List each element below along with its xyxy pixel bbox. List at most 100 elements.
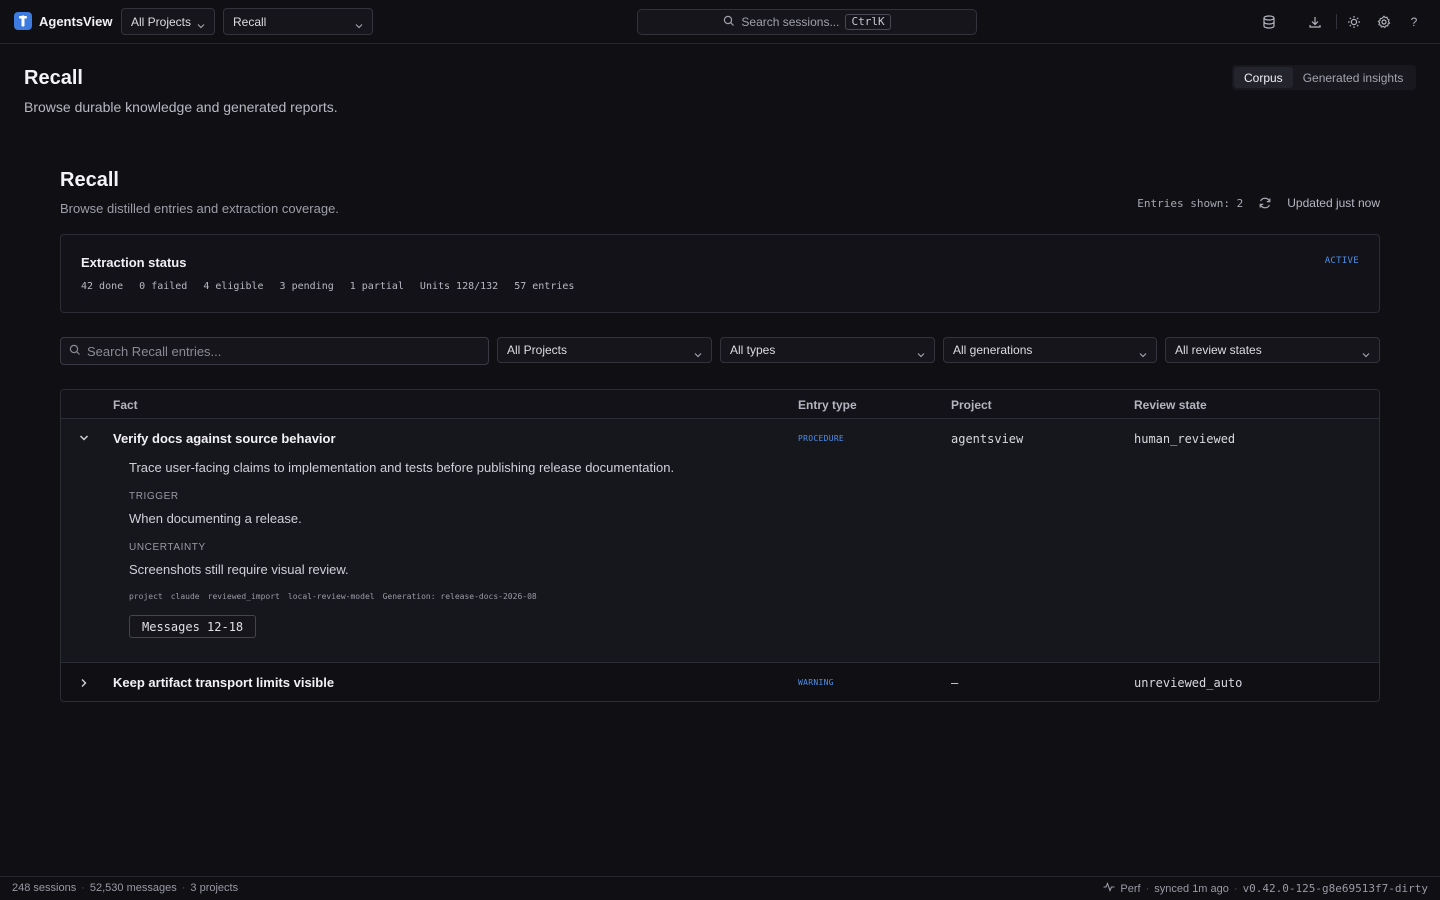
chevron-down-icon <box>355 18 363 32</box>
stat-eligible: 4 eligible <box>203 281 264 292</box>
toolbar-divider <box>1336 14 1337 29</box>
fact-title[interactable]: Verify docs against source behavior <box>113 431 336 446</box>
perf-link[interactable]: Perf <box>1120 883 1140 895</box>
updated-status: Updated just now <box>1287 196 1380 210</box>
tag: Generation: release-docs-2026-08 <box>382 592 537 601</box>
entry-type-badge: WARNING <box>798 678 834 687</box>
stat-partial: 1 partial <box>349 281 404 292</box>
filter-project-select[interactable]: All Projects <box>497 337 712 363</box>
project-select[interactable]: All Projects <box>121 8 215 35</box>
filter-type-select[interactable]: All types <box>720 337 935 363</box>
chevron-down-icon <box>917 347 925 361</box>
entry-type-badge: PROCEDURE <box>798 434 845 443</box>
search-shortcut: CtrlK <box>845 14 891 30</box>
tag: project <box>129 592 163 601</box>
stat-entries: 57 entries <box>514 281 575 292</box>
project-select-value: All Projects <box>131 14 192 29</box>
review-state-value: unreviewed_auto <box>1134 676 1243 690</box>
recall-search-input[interactable] <box>87 343 467 359</box>
filter-review-select[interactable]: All review states <box>1165 337 1380 363</box>
filter-generation-value: All generations <box>953 343 1033 357</box>
view-select-value: Recall <box>233 14 267 29</box>
footer-stats: 248 sessions · 52,530 messages · 3 proje… <box>12 882 238 894</box>
help-icon[interactable]: ? <box>1406 14 1422 30</box>
table-header: Fact Entry type Project Review state <box>61 390 1379 419</box>
header-entry-type: Entry type <box>798 398 857 412</box>
pulse-icon <box>1103 881 1115 895</box>
uncertainty-text: Screenshots still require visual review. <box>129 562 349 577</box>
sun-icon[interactable] <box>1346 14 1362 30</box>
tab-corpus[interactable]: Corpus <box>1234 67 1293 88</box>
top-bar: AgentsView All Projects Recall Search se… <box>0 0 1440 44</box>
trigger-text: When documenting a release. <box>129 511 302 526</box>
search-icon <box>69 344 81 359</box>
view-tabs: Corpus Generated insights <box>1232 65 1416 90</box>
filter-type-value: All types <box>730 343 776 357</box>
project-value: agentsview <box>951 432 1024 446</box>
extraction-status-title: Extraction status <box>81 255 187 270</box>
download-icon[interactable] <box>1307 14 1323 30</box>
separator: · <box>1233 882 1238 895</box>
session-search-placeholder: Search sessions... <box>741 15 840 29</box>
table-row[interactable]: Keep artifact transport limits visible W… <box>61 663 1379 701</box>
filter-project-value: All Projects <box>507 343 568 357</box>
chevron-down-icon[interactable] <box>76 430 92 446</box>
filter-generation-select[interactable]: All generations <box>943 337 1157 363</box>
search-icon <box>723 15 735 30</box>
recall-title: Recall <box>60 169 119 191</box>
separator: · <box>81 882 85 894</box>
recall-subtitle: Browse distilled entries and extraction … <box>60 201 339 216</box>
gear-icon[interactable] <box>1376 14 1392 30</box>
chevron-down-icon <box>694 347 702 361</box>
entry-tags: project claude reviewed_import local-rev… <box>129 592 537 601</box>
header-fact: Fact <box>113 398 138 412</box>
fact-description: Trace user-facing claims to implementati… <box>129 460 675 475</box>
extraction-stats: 42 done 0 failed 4 eligible 3 pending 1 … <box>81 281 574 292</box>
uncertainty-label: UNCERTAINTY <box>129 542 206 553</box>
stat-units: Units 128/132 <box>419 281 499 292</box>
project-count: 3 projects <box>190 882 239 894</box>
chevron-down-icon <box>1139 347 1147 361</box>
table-row[interactable]: Verify docs against source behavior PROC… <box>61 419 1379 663</box>
agentsview-logo-icon <box>14 12 32 30</box>
tag: local-review-model <box>287 592 375 601</box>
footer-info: Perf · synced 1m ago · v0.42.0-125-g8e69… <box>1103 881 1428 895</box>
status-badge: ACTIVE <box>1324 256 1359 266</box>
status-bar: 248 sessions · 52,530 messages · 3 proje… <box>0 876 1440 900</box>
app-name: AgentsView <box>39 13 113 29</box>
tag: claude <box>170 592 200 601</box>
tag: reviewed_import <box>207 592 280 601</box>
chevron-right-icon[interactable] <box>76 675 92 691</box>
session-search[interactable]: Search sessions... CtrlK <box>637 9 977 35</box>
database-icon[interactable] <box>1261 14 1277 30</box>
page-subtitle: Browse durable knowledge and generated r… <box>24 99 338 115</box>
recall-table: Fact Entry type Project Review state Ver… <box>60 389 1380 702</box>
refresh-icon[interactable] <box>1257 195 1273 211</box>
version-string: v0.42.0-125-g8e69513f7-dirty <box>1242 882 1428 895</box>
review-state-value: human_reviewed <box>1134 432 1236 446</box>
entries-shown: Entries shown: 2 <box>1137 196 1244 210</box>
separator: · <box>181 882 186 894</box>
trigger-label: TRIGGER <box>129 491 179 502</box>
header-review-state: Review state <box>1134 398 1207 412</box>
stat-done: 42 done <box>81 281 124 292</box>
filter-review-value: All review states <box>1175 343 1262 357</box>
messages-link-button[interactable]: Messages 12-18 <box>129 615 257 638</box>
recall-meta: Entries shown: 2 Updated just now <box>1137 195 1380 211</box>
extraction-status-card: Extraction status ACTIVE 42 done 0 faile… <box>60 234 1380 313</box>
sync-status: synced 1m ago <box>1154 882 1229 895</box>
tab-generated-insights[interactable]: Generated insights <box>1293 67 1414 88</box>
stat-pending: 3 pending <box>279 281 334 292</box>
project-value: — <box>951 676 959 690</box>
chevron-down-icon <box>197 18 205 32</box>
session-count: 248 sessions <box>12 882 77 894</box>
fact-title[interactable]: Keep artifact transport limits visible <box>113 675 334 690</box>
chevron-down-icon <box>1362 347 1370 361</box>
header-project: Project <box>951 398 992 412</box>
separator: · <box>1145 882 1150 895</box>
brand[interactable]: AgentsView <box>14 12 112 30</box>
message-count: 52,530 messages <box>89 882 177 894</box>
page-title: Recall <box>24 67 83 89</box>
recall-search[interactable] <box>60 337 489 365</box>
view-select[interactable]: Recall <box>223 8 373 35</box>
